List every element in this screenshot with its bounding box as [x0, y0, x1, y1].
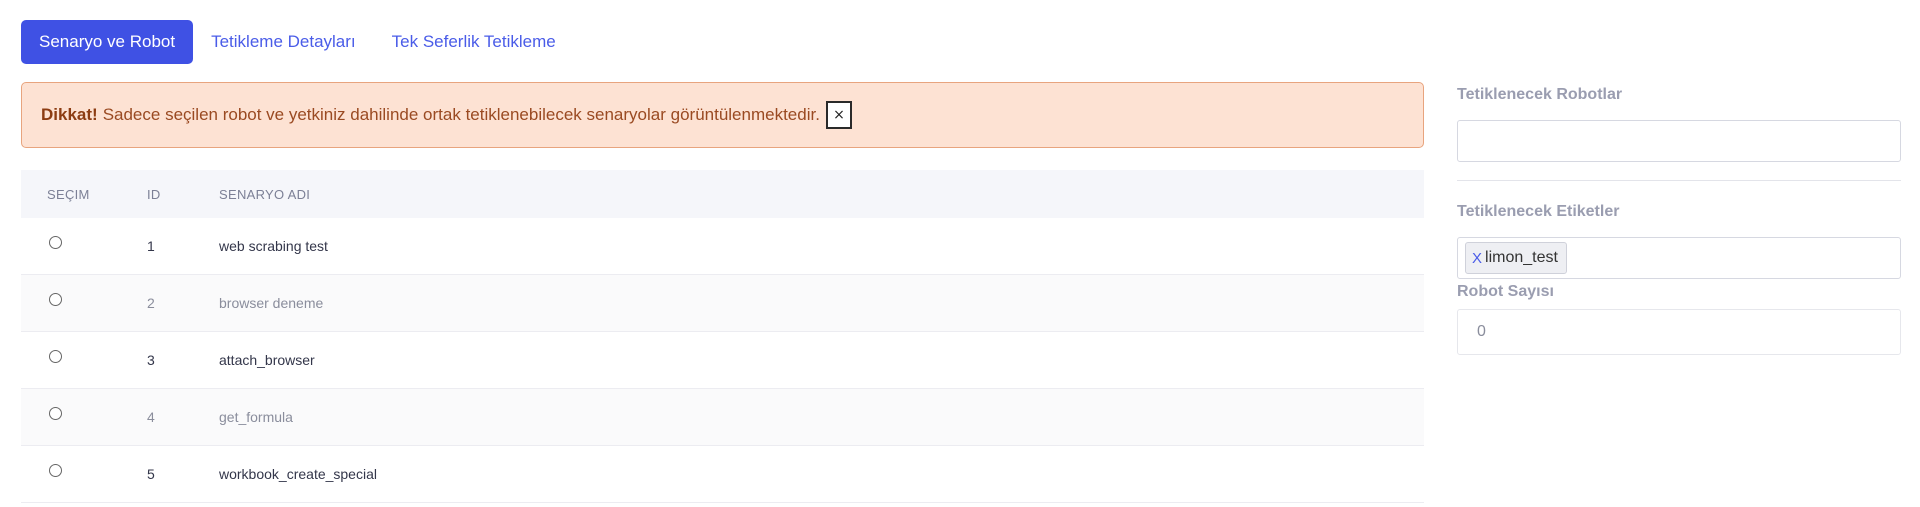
alert-message: Sadece seçilen robot ve yetkiniz dahilin… [102, 105, 820, 124]
select-radio[interactable] [49, 407, 62, 420]
tab-tek-seferlik-tetikleme[interactable]: Tek Seferlik Tetikleme [374, 20, 574, 64]
tab-tetikleme-detaylari[interactable]: Tetikleme Detayları [193, 20, 374, 64]
scenario-id: 5 [147, 466, 155, 482]
scenario-id: 4 [147, 409, 155, 425]
scenario-table: SEÇIM ID SENARYO ADI 1 web scrabing test… [21, 170, 1424, 503]
table-header: SEÇIM ID SENARYO ADI [21, 170, 1424, 218]
scenario-panel: Dikkat! Sadece seçilen robot ve yetkiniz… [21, 82, 1424, 503]
trigger-settings-panel: Tetiklenecek Robotlar Tetiklenecek Etike… [1457, 82, 1901, 355]
robot-count-label: Robot Sayısı [1457, 283, 1554, 300]
divider [1457, 180, 1901, 181]
table-row[interactable]: 4 get_formula [21, 389, 1424, 446]
scenario-name: browser deneme [219, 295, 324, 311]
column-header-secim: SEÇIM [47, 186, 90, 202]
remove-tag-icon[interactable]: X [1472, 250, 1482, 267]
table-row[interactable]: 2 browser deneme [21, 275, 1424, 332]
scenario-name: get_formula [219, 409, 293, 425]
scenario-name: workbook_create_special [219, 466, 377, 482]
tab-bar: Senaryo ve Robot Tetikleme Detayları Tek… [21, 20, 574, 64]
table-row[interactable]: 5 workbook_create_special [21, 446, 1424, 503]
select-radio[interactable] [49, 464, 62, 477]
close-icon[interactable]: × [825, 101, 852, 129]
scenario-id: 3 [147, 352, 155, 368]
scenario-name: web scrabing test [219, 238, 328, 254]
robot-count-field: 0 [1457, 309, 1901, 355]
scenario-name: attach_browser [219, 352, 315, 368]
page: Senaryo ve Robot Tetikleme Detayları Tek… [0, 0, 1920, 507]
robots-label: Tetiklenecek Robotlar [1457, 86, 1623, 103]
tab-senaryo-ve-robot[interactable]: Senaryo ve Robot [21, 20, 194, 64]
scenario-id: 1 [147, 238, 155, 254]
warning-alert: Dikkat! Sadece seçilen robot ve yetkiniz… [21, 82, 1424, 148]
select-radio[interactable] [49, 236, 62, 249]
select-radio[interactable] [49, 350, 62, 363]
tag-label: limon_test [1485, 249, 1558, 266]
robots-input[interactable] [1457, 120, 1901, 162]
select-radio[interactable] [49, 293, 62, 306]
table-row[interactable]: 1 web scrabing test [21, 218, 1424, 275]
tag-chip: X limon_test [1465, 242, 1567, 274]
table-row[interactable]: 3 attach_browser [21, 332, 1424, 389]
tags-label: Tetiklenecek Etiketler [1457, 203, 1620, 220]
column-header-id: ID [147, 186, 161, 202]
tags-input[interactable]: X limon_test [1457, 237, 1901, 279]
column-header-senaryo-adi: SENARYO ADI [219, 186, 311, 202]
scenario-id: 2 [147, 295, 155, 311]
alert-title: Dikkat! [41, 105, 98, 124]
